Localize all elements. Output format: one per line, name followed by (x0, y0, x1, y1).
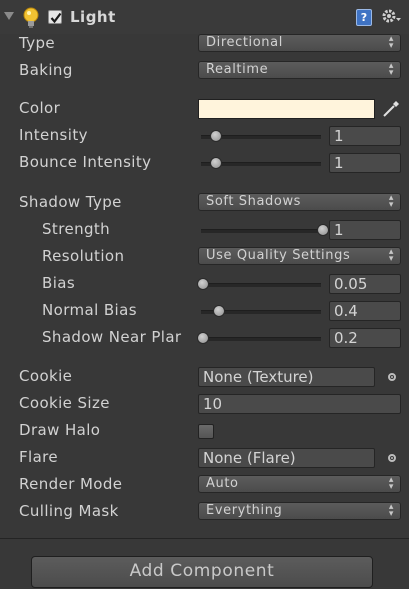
bias-slider[interactable] (201, 283, 321, 287)
baking-label: Baking (19, 61, 73, 79)
intensity-label: Intensity (19, 126, 88, 144)
strength-slider-thumb[interactable] (317, 224, 329, 236)
normal-bias-slider-thumb[interactable] (212, 305, 225, 317)
dropdown-arrows-icon: ▴ ▾ (388, 193, 394, 210)
render-mode-dropdown[interactable]: Auto ▴ ▾ (198, 475, 401, 493)
gear-icon[interactable] (380, 7, 402, 27)
eyedropper-icon[interactable] (381, 99, 401, 119)
shadow-type-value: Soft Shadows (206, 194, 302, 209)
color-swatch[interactable] (198, 99, 375, 119)
foldout-arrow-icon[interactable] (4, 12, 14, 20)
culling-mask-dropdown[interactable]: Everything ▴ ▾ (198, 502, 401, 520)
bias-field[interactable]: 0.05 (329, 274, 401, 294)
cookie-label: Cookie (19, 367, 73, 385)
type-label: Type (19, 34, 56, 52)
component-title[interactable]: Light (70, 8, 116, 26)
baking-value: Realtime (206, 62, 269, 77)
shadow-near-plane-field[interactable]: 0.2 (329, 328, 401, 348)
help-book-icon[interactable]: ? (356, 9, 372, 26)
draw-halo-label: Draw Halo (19, 421, 101, 439)
section-divider (0, 538, 409, 539)
draw-halo-checkbox[interactable] (198, 424, 214, 439)
bounce-intensity-label: Bounce Intensity (19, 153, 152, 171)
render-mode-value: Auto (206, 476, 239, 491)
dropdown-arrows-icon: ▴ ▾ (388, 34, 394, 51)
shadow-type-dropdown[interactable]: Soft Shadows ▴ ▾ (198, 193, 401, 211)
add-component-button[interactable]: Add Component (31, 556, 373, 588)
flare-label: Flare (19, 448, 59, 466)
strength-slider[interactable] (201, 229, 321, 233)
bounce-intensity-field[interactable]: 1 (329, 153, 401, 173)
normal-bias-field[interactable]: 0.4 (329, 301, 401, 321)
shadow-near-plane-slider-thumb[interactable] (197, 332, 209, 344)
type-dropdown[interactable]: Directional ▴ ▾ (198, 34, 401, 52)
lightbulb-icon (23, 7, 39, 28)
shadow-near-plane-slider[interactable] (201, 337, 321, 341)
dropdown-arrows-icon: ▴ ▾ (388, 475, 394, 492)
checkmark-icon (50, 12, 62, 24)
component-enabled-checkbox[interactable] (48, 10, 62, 24)
strength-field[interactable]: 1 (329, 220, 401, 240)
component-header: Light ? (0, 0, 409, 34)
resolution-value: Use Quality Settings (206, 248, 351, 263)
dropdown-arrows-icon: ▴ ▾ (388, 247, 394, 264)
baking-dropdown[interactable]: Realtime ▴ ▾ (198, 61, 401, 79)
culling-mask-value: Everything (206, 503, 283, 518)
bounce-intensity-slider-thumb[interactable] (210, 157, 223, 169)
render-mode-label: Render Mode (19, 475, 123, 493)
intensity-slider-thumb[interactable] (210, 130, 223, 142)
bias-label: Bias (42, 274, 76, 292)
resolution-label: Resolution (42, 247, 125, 265)
cookie-size-field[interactable]: 10 (198, 394, 401, 414)
bias-slider-thumb[interactable] (197, 278, 209, 290)
dropdown-arrows-icon: ▴ ▾ (388, 61, 394, 78)
normal-bias-label: Normal Bias (42, 301, 137, 319)
strength-label: Strength (42, 220, 111, 238)
object-picker-icon[interactable] (388, 454, 396, 462)
cookie-size-label: Cookie Size (19, 394, 110, 412)
flare-object-field[interactable]: None (Flare) (198, 448, 375, 468)
culling-mask-label: Culling Mask (19, 502, 119, 520)
type-value: Directional (206, 35, 283, 50)
dropdown-arrows-icon: ▴ ▾ (388, 502, 394, 519)
cookie-object-field[interactable]: None (Texture) (198, 367, 375, 387)
object-picker-icon[interactable] (388, 373, 396, 381)
color-label: Color (19, 99, 61, 117)
shadow-type-label: Shadow Type (19, 193, 122, 211)
resolution-dropdown[interactable]: Use Quality Settings ▴ ▾ (198, 247, 401, 265)
shadow-near-plane-label: Shadow Near Plar (42, 328, 182, 346)
intensity-field[interactable]: 1 (329, 126, 401, 146)
